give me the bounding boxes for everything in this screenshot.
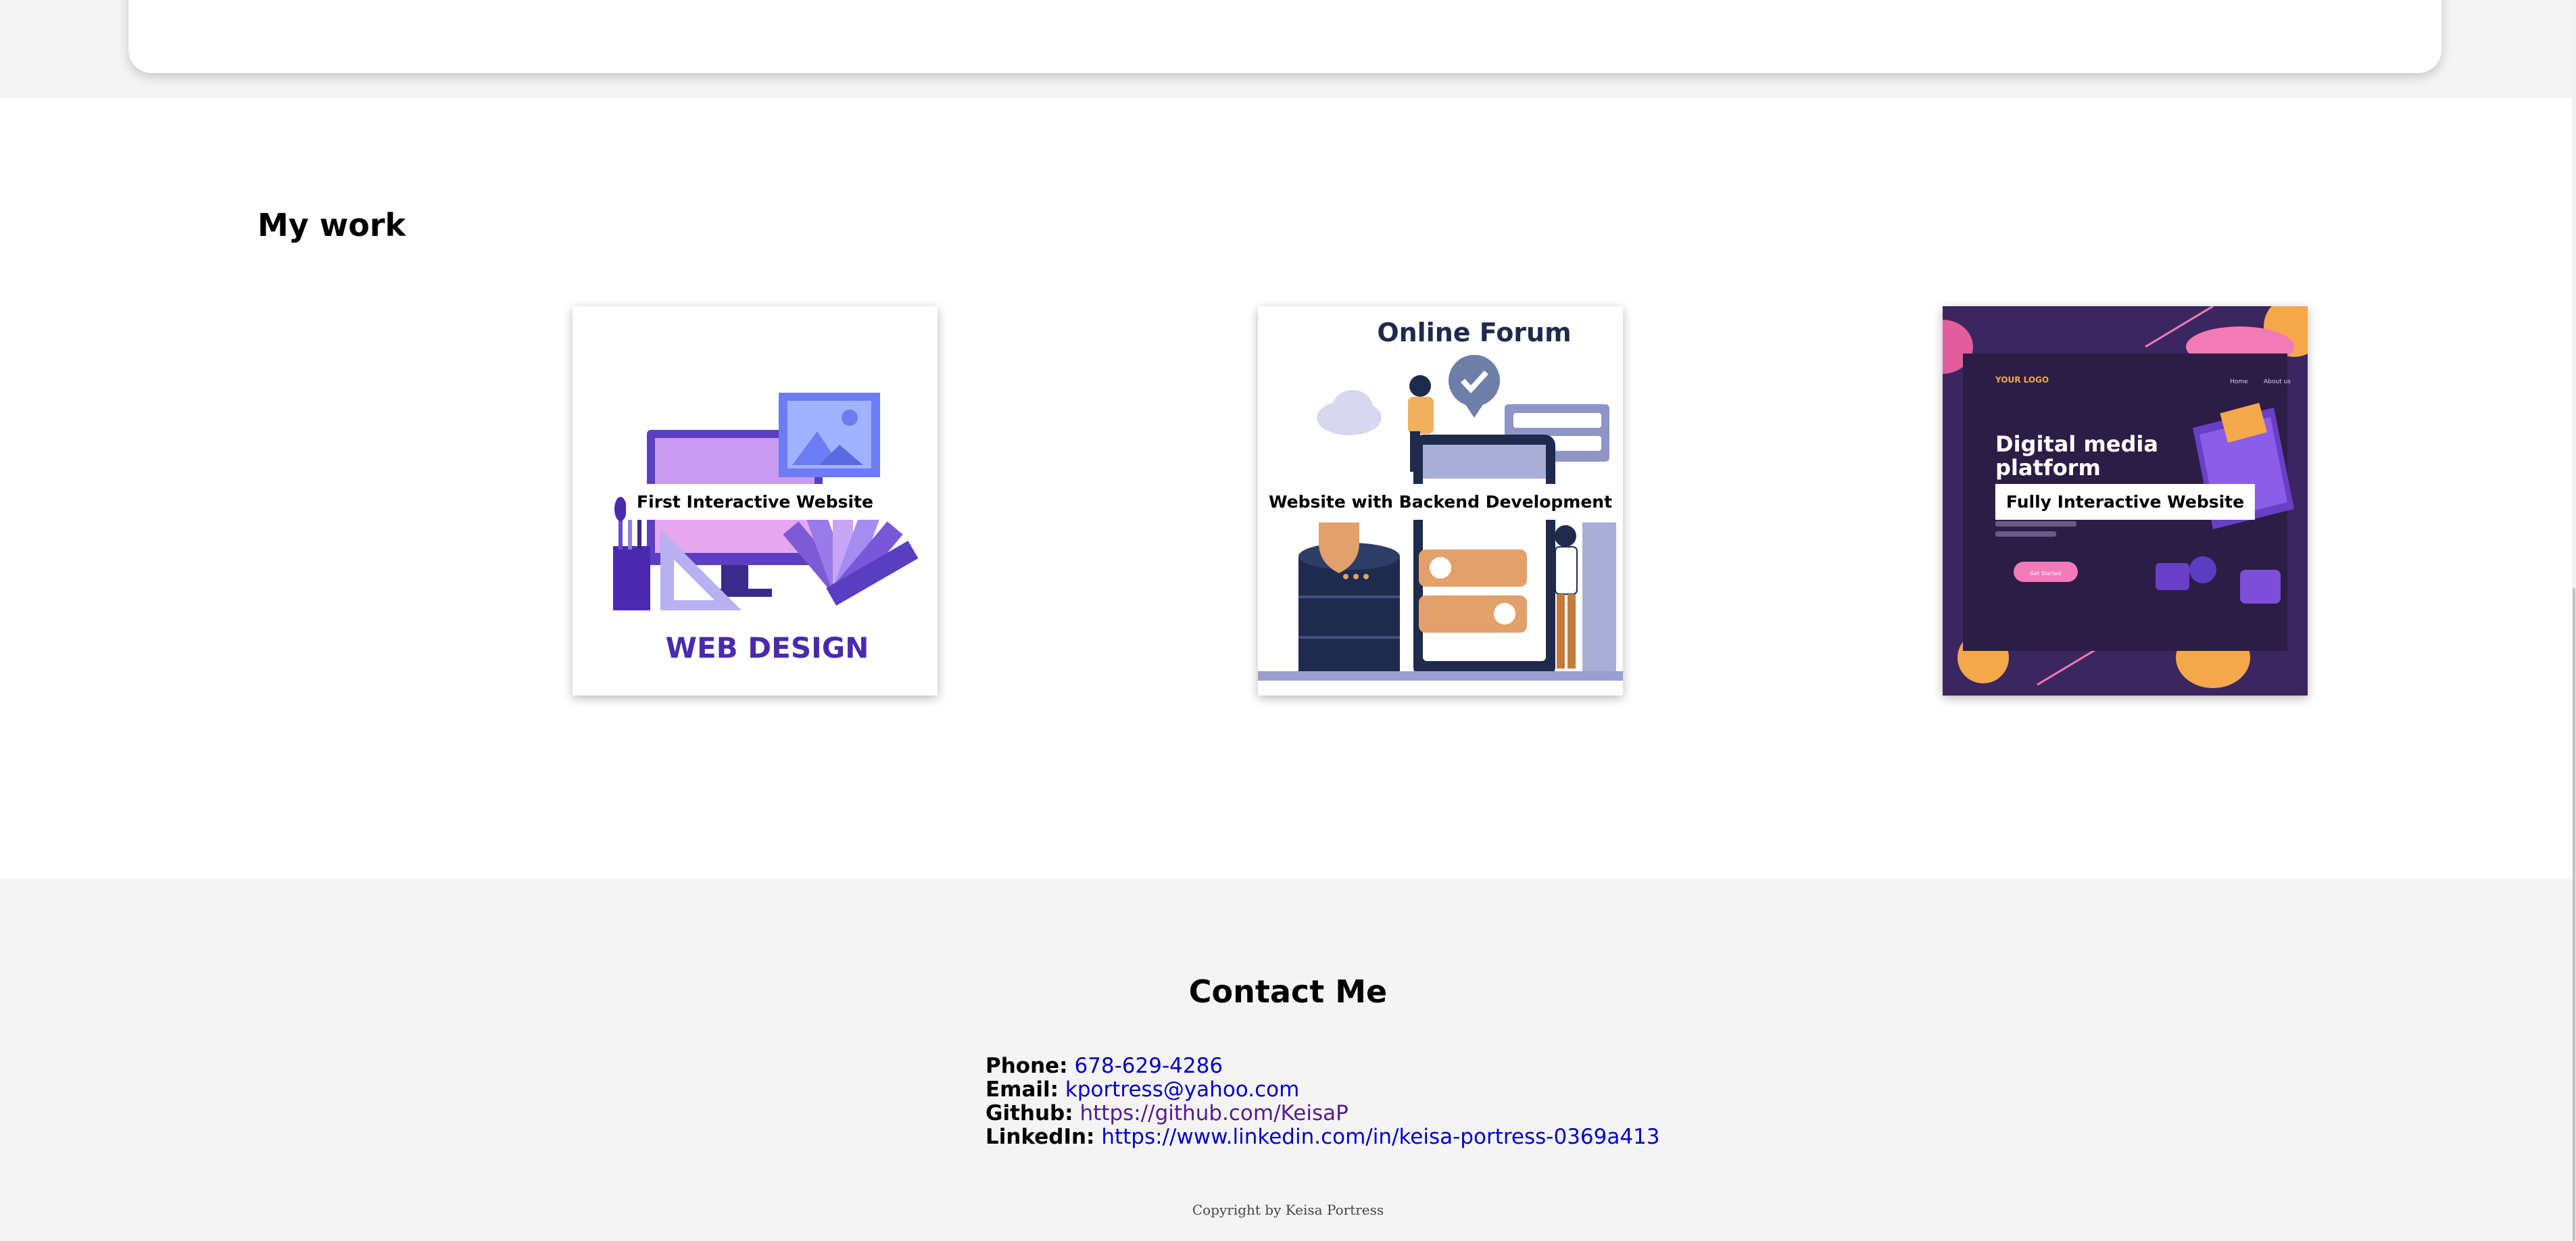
project-label-backend: Website with Backend Development [1258,484,1623,520]
about-card [128,0,2441,73]
nav-about-text: About us [2264,379,2291,385]
linkedin-link[interactable]: https://www.linkedin.com/in/keisa-portre… [1101,1125,1659,1149]
project-card-fully-interactive[interactable]: YOUR LOGO Home About us Digital media pl… [1943,306,2308,696]
my-work-heading: My work [258,207,406,243]
contact-email-row: Email: kportress@yahoo.com [986,1078,1660,1102]
scrollbar-thumb[interactable] [2573,588,2575,1241]
github-link[interactable]: https://github.com/KeisaP [1079,1101,1348,1125]
your-logo-text: YOUR LOGO [1995,375,2049,385]
digital-media-heading-1: Digital media [1995,431,2158,457]
web-design-text: WEB DESIGN [666,631,869,664]
linkedin-label: LinkedIn: [986,1125,1095,1149]
copyright-text: Copyright by Keisa Portress [1192,1202,1384,1218]
contact-linkedin-row: LinkedIn: https://www.linkedin.com/in/ke… [986,1125,1660,1149]
github-label: Github: [986,1101,1073,1125]
contact-github-row: Github: https://github.com/KeisaP [986,1102,1660,1125]
contact-list: Phone: 678-629-4286 Email: kportress@yah… [986,1054,1660,1149]
get-started-text: Get Started [2030,570,2061,577]
contact-heading: Contact Me [1188,973,1388,1010]
top-section-band [0,0,2576,98]
page-scrollbar[interactable] [2572,0,2576,1241]
nav-home-text: Home [2230,379,2248,385]
online-forum-text: Online Forum [1377,318,1571,347]
project-card-first-interactive[interactable]: WEB DESIGN First Interactive Website [573,306,938,696]
project-card-backend[interactable]: Online Forum Website with Backend Develo… [1258,306,1623,696]
project-label-first-interactive: First Interactive Website [626,484,884,520]
email-label: Email: [986,1077,1059,1102]
contact-phone-row: Phone: 678-629-4286 [986,1054,1660,1078]
digital-media-heading-2: platform [1995,455,2101,481]
email-link[interactable]: kportress@yahoo.com [1065,1077,1299,1102]
phone-label: Phone: [986,1054,1068,1078]
phone-link[interactable]: 678-629-4286 [1074,1054,1223,1078]
project-label-fully-interactive: Fully Interactive Website [1995,484,2256,520]
